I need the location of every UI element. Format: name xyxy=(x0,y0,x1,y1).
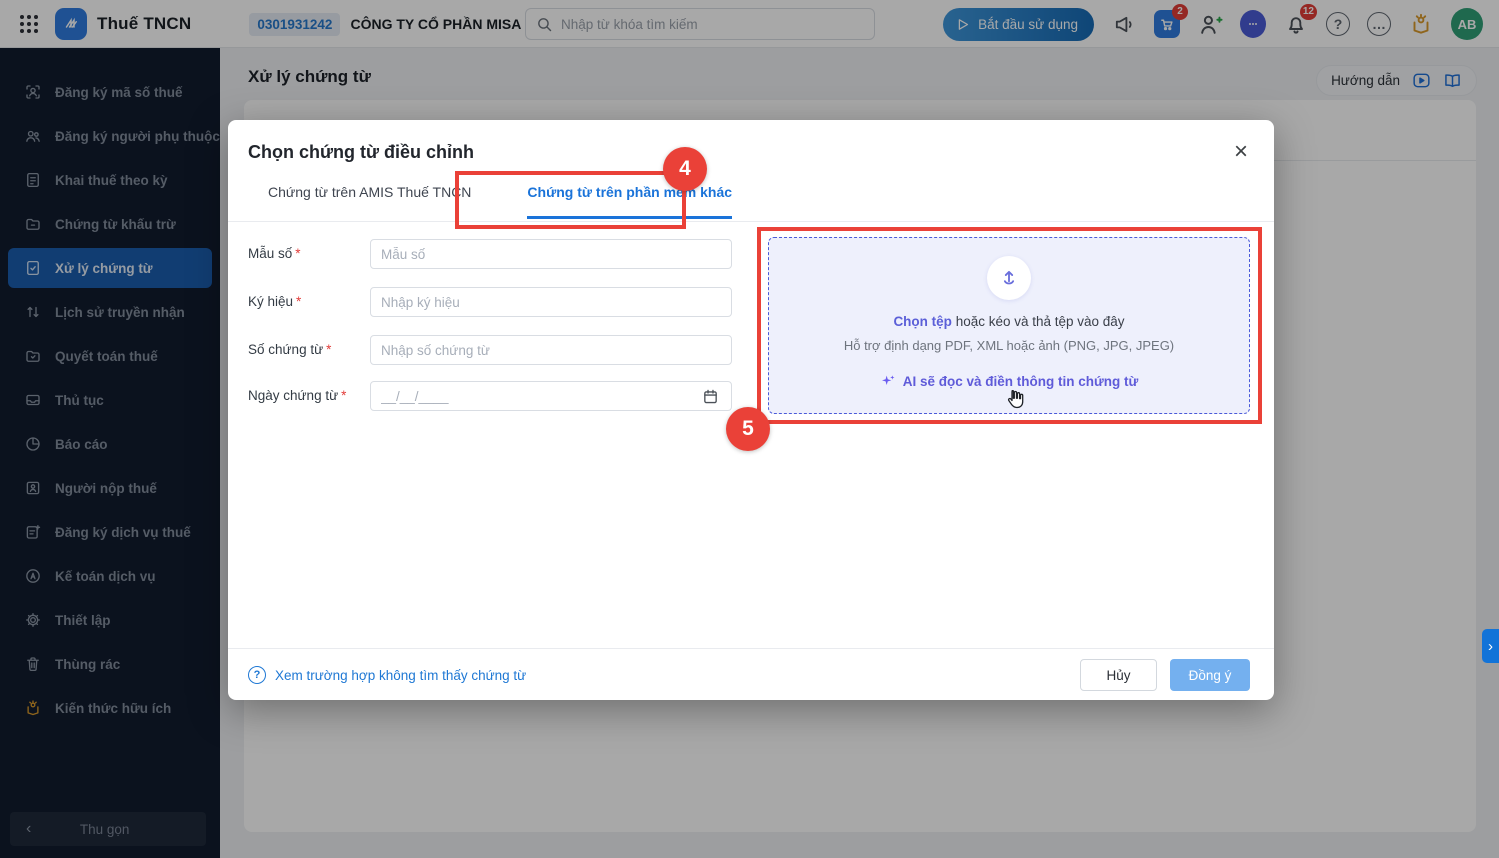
required-mark: * xyxy=(341,388,347,403)
question-circle-icon: ? xyxy=(248,666,266,684)
cancel-button[interactable]: Hủy xyxy=(1080,659,1157,691)
field-label: Ngày chứng từ * xyxy=(248,388,347,403)
close-icon[interactable]: × xyxy=(1234,140,1248,164)
chevron-right-icon: › xyxy=(1488,637,1493,655)
mau-so-input[interactable] xyxy=(370,239,732,269)
ngay-chung-tu-input[interactable] xyxy=(370,381,732,411)
field-label: Số chứng từ * xyxy=(248,342,332,357)
field-label: Mẫu số * xyxy=(248,246,301,261)
modal-footer: ? Xem trường hợp không tìm thấy chứng từ… xyxy=(228,648,1274,700)
so-chung-tu-input[interactable] xyxy=(370,335,732,365)
tab-amis-thue-tncn[interactable]: Chứng từ trên AMIS Thuế TNCN xyxy=(268,184,471,219)
annotation-step-4: 4 xyxy=(663,147,707,191)
help-link-label: Xem trường hợp không tìm thấy chứng từ xyxy=(275,667,527,683)
tabs-divider xyxy=(228,221,1274,222)
modal-title: Chọn chứng từ điều chỉnh xyxy=(248,142,475,162)
not-found-help-link[interactable]: ? Xem trường hợp không tìm thấy chứng từ xyxy=(248,649,526,701)
annotation-rect-step4 xyxy=(455,171,686,229)
confirm-button[interactable]: Đồng ý xyxy=(1170,659,1250,691)
field-label: Ký hiệu * xyxy=(248,294,302,309)
required-mark: * xyxy=(296,294,302,309)
mouse-cursor xyxy=(1003,387,1027,411)
edge-expand-tab[interactable]: › xyxy=(1482,629,1499,663)
calendar-icon[interactable] xyxy=(702,388,719,405)
required-mark: * xyxy=(326,342,332,357)
ky-hieu-input[interactable] xyxy=(370,287,732,317)
required-mark: * xyxy=(295,246,301,261)
annotation-step-5: 5 xyxy=(726,407,770,451)
